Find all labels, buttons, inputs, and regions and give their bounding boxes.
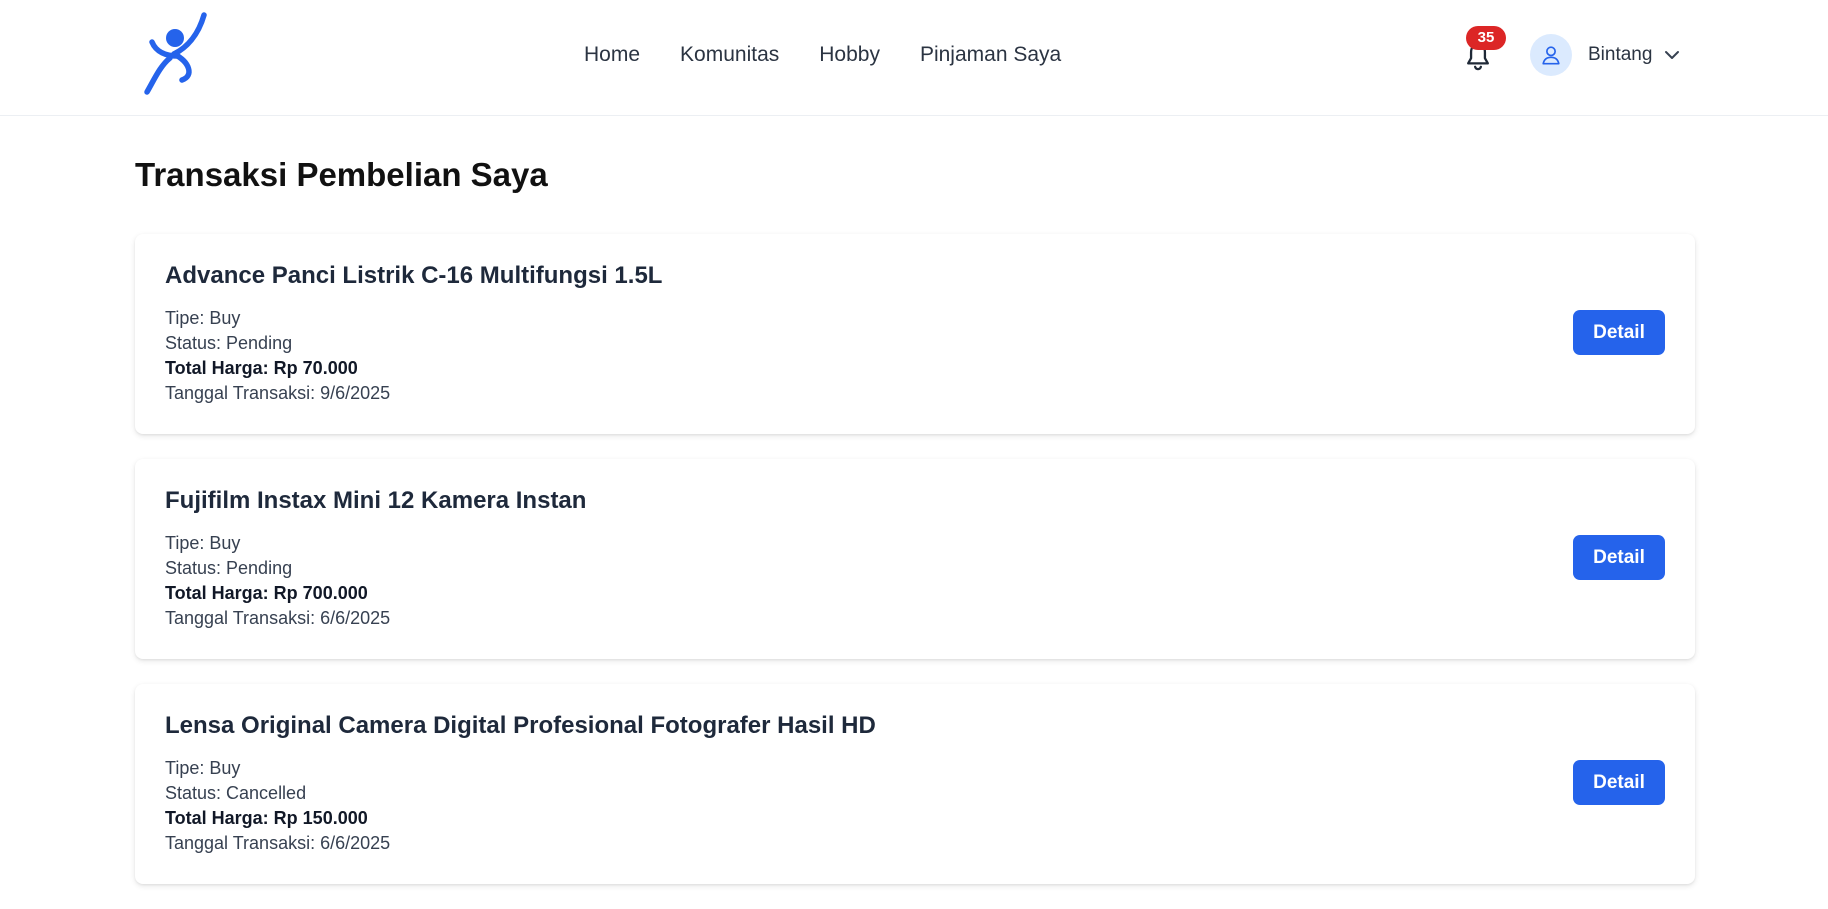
transaction-type: Tipe: Buy: [165, 308, 241, 328]
user-name: Bintang: [1588, 44, 1653, 65]
notification-count-badge: 35: [1466, 26, 1506, 50]
product-name: Fujifilm Instax Mini 12 Kamera Instan: [165, 487, 587, 514]
product-name: Advance Panci Listrik C-16 Multifungsi 1…: [165, 262, 663, 289]
transaction-list: Advance Panci Listrik C-16 Multifungsi 1…: [135, 234, 1695, 909]
transaction-status: Status: Pending: [165, 333, 293, 353]
transaction-info: Tipe: Buy Status: Pending Total Harga: R…: [165, 306, 390, 406]
transaction-card: Lensa Original Camera Digital Profesiona…: [135, 684, 1695, 884]
transaction-type: Tipe: Buy: [165, 533, 241, 553]
top-navbar: Home Komunitas Hobby Pinjaman Saya 35 Bi…: [0, 0, 1828, 116]
avatar: [1530, 34, 1572, 76]
nav-link-hobby[interactable]: Hobby: [819, 43, 880, 67]
transaction-total: Total Harga: Rp 700.000: [165, 583, 368, 603]
nav-link-pinjaman-saya[interactable]: Pinjaman Saya: [920, 43, 1061, 67]
notification-button[interactable]: 35: [1460, 24, 1512, 80]
transaction-card: Advance Panci Listrik C-16 Multifungsi 1…: [135, 234, 1695, 434]
transaction-info: Tipe: Buy Status: Pending Total Harga: R…: [165, 531, 390, 631]
transaction-info: Tipe: Buy Status: Cancelled Total Harga:…: [165, 756, 390, 856]
user-icon: [1542, 46, 1560, 65]
product-name: Lensa Original Camera Digital Profesiona…: [165, 712, 876, 739]
detail-button[interactable]: Detail: [1573, 535, 1665, 580]
detail-button[interactable]: Detail: [1573, 760, 1665, 805]
transaction-card: Fujifilm Instax Mini 12 Kamera Instan Ti…: [135, 459, 1695, 659]
nav-link-komunitas[interactable]: Komunitas: [680, 43, 779, 67]
transaction-date: Tanggal Transaksi: 6/6/2025: [165, 608, 391, 628]
transaction-status: Status: Cancelled: [165, 783, 307, 803]
detail-button[interactable]: Detail: [1573, 310, 1665, 355]
chevron-down-icon: [1664, 50, 1680, 60]
nav-link-home[interactable]: Home: [584, 43, 640, 67]
person-figure-logo-icon[interactable]: [138, 12, 208, 98]
transaction-status: Status: Pending: [165, 558, 293, 578]
transaction-total: Total Harga: Rp 70.000: [165, 358, 358, 378]
transaction-date: Tanggal Transaksi: 9/6/2025: [165, 383, 391, 403]
main-nav: Home Komunitas Hobby Pinjaman Saya: [584, 0, 1061, 110]
user-menu[interactable]: Bintang: [1530, 34, 1680, 76]
transaction-date: Tanggal Transaksi: 6/6/2025: [165, 833, 391, 853]
transaction-total: Total Harga: Rp 150.000: [165, 808, 368, 828]
transaction-type: Tipe: Buy: [165, 758, 241, 778]
page-title: Transaksi Pembelian Saya: [135, 156, 548, 193]
